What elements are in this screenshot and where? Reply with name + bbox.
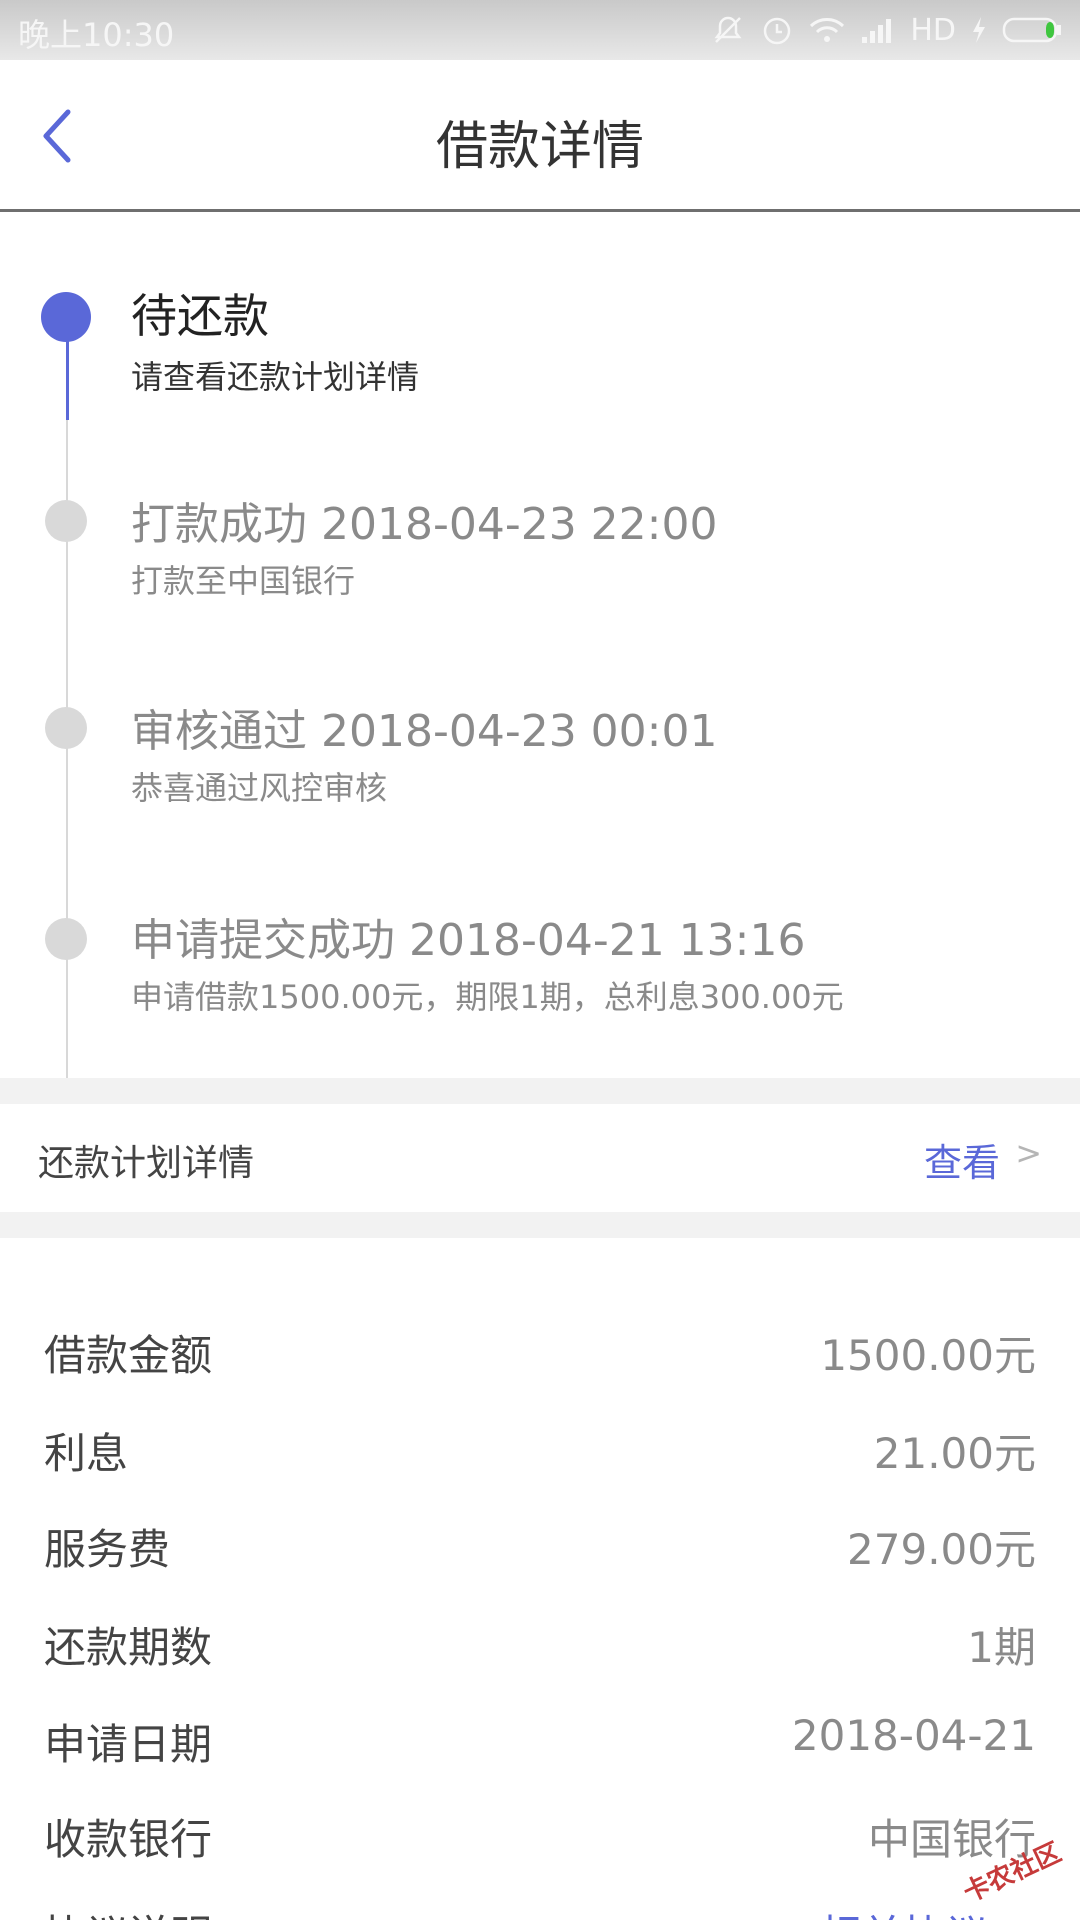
detail-label: 还款期数 (44, 1623, 213, 1672)
detail-row-service-fee: 服务费 279.00元 (0, 1496, 1080, 1592)
status-icons: HD (710, 8, 1064, 52)
timeline-dot (45, 500, 87, 542)
detail-label: 申请日期 (44, 1720, 213, 1769)
timeline-subtitle: 请查看还款计划详情 (131, 358, 420, 396)
header: 借款详情 (0, 60, 1080, 212)
detail-row-bank: 收款银行 中国银行 (0, 1786, 1080, 1882)
detail-label: 收款银行 (44, 1815, 213, 1864)
repayment-plan-label: 还款计划详情 (38, 1143, 255, 1184)
timeline-subtitle: 打款至中国银行 (131, 562, 356, 600)
charging-icon (973, 17, 985, 43)
detail-value: 1500.00元 (820, 1331, 1036, 1380)
loan-status-timeline: 待还款 请查看还款计划详情 打款成功 2018-04-23 22:00 打款至中… (0, 212, 1080, 1140)
detail-value: 279.00元 (847, 1525, 1036, 1574)
signal-icon (862, 19, 892, 43)
timeline-title: 待还款 (131, 289, 269, 343)
alarm-icon (764, 17, 791, 45)
wifi-icon (810, 18, 845, 42)
detail-row-apply-date: 申请日期 2018-04-21 (0, 1691, 1080, 1787)
timeline-subtitle: 申请借款1500.00元，期限1期，总利息300.00元 (131, 978, 844, 1016)
section-divider (0, 1212, 1080, 1238)
chevron-right-icon: > (1015, 1134, 1042, 1172)
timeline-dot (45, 918, 87, 960)
timeline-dot (45, 707, 87, 749)
timeline-title: 打款成功 2018-04-23 22:00 (131, 499, 718, 550)
loan-details: 借款金额 1500.00元 利息 21.00元 服务费 279.00元 还款期数… (0, 1238, 1080, 1920)
repayment-plan-row[interactable]: 还款计划详情 查看 > (0, 1104, 1080, 1212)
page-title: 借款详情 (435, 117, 644, 177)
network-type: HD (910, 12, 956, 48)
detail-value: 2018-04-21 (791, 1711, 1036, 1760)
detail-row-agreement[interactable]: 协议说明 相关协议 > (0, 1882, 1080, 1920)
detail-label: 利息 (44, 1429, 129, 1478)
section-divider (0, 1078, 1080, 1104)
timeline-title: 审核通过 2018-04-23 00:01 (131, 706, 718, 757)
detail-row-interest: 利息 21.00元 (0, 1400, 1080, 1496)
detail-label: 服务费 (44, 1525, 171, 1574)
mute-icon (714, 16, 742, 43)
status-time: 晚上10:30 (18, 16, 175, 54)
timeline-title: 申请提交成功 2018-04-21 13:16 (131, 915, 806, 966)
detail-value: 1期 (967, 1623, 1036, 1672)
timeline-dot-active (41, 292, 91, 342)
detail-value: 21.00元 (873, 1429, 1036, 1478)
detail-label: 借款金额 (44, 1331, 213, 1380)
detail-label: 协议说明 (44, 1902, 212, 1920)
timeline-subtitle: 恭喜通过风控审核 (131, 769, 388, 807)
view-plan-link[interactable]: 查看 (924, 1132, 1000, 1187)
battery-icon (1002, 17, 1061, 43)
detail-row-periods: 还款期数 1期 (0, 1594, 1080, 1690)
detail-row-loan-amount: 借款金额 1500.00元 (0, 1302, 1080, 1398)
status-bar: 晚上10:30 HD (0, 0, 1080, 60)
